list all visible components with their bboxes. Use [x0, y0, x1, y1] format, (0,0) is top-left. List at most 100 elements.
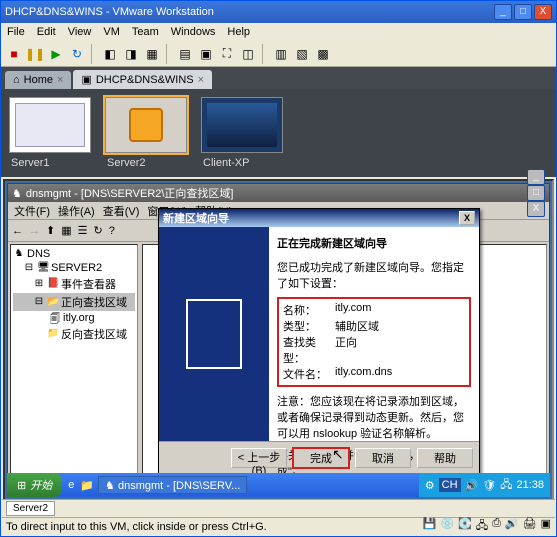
tree-forward-zones[interactable]: ⊟📂正向查找区域 [13, 293, 135, 311]
thumb-label: Server1 [9, 157, 91, 169]
device-net-icon[interactable]: 🖧 [476, 517, 488, 536]
help-button[interactable]: 帮助 [417, 448, 473, 468]
vmware-toolbar: ■ ❚❚ ▶ ↻ ◧ ◨ ▦ ▤ ▣ ⛶ ◫ ▥ ▧ ▩ [1, 41, 556, 67]
fullscreen-icon[interactable]: ⛶ [218, 45, 236, 63]
summary-icon[interactable]: ▥ [272, 45, 290, 63]
tray-network-icon[interactable]: 🖧 [500, 476, 512, 495]
thumb-clientxp[interactable]: Client-XP [201, 97, 283, 169]
close-tab-icon[interactable]: × [198, 74, 204, 86]
reset-icon[interactable]: ↻ [68, 45, 86, 63]
power-off-icon[interactable]: ■ [5, 45, 23, 63]
device-floppy-icon[interactable]: 💽 [458, 517, 472, 536]
manage-icon[interactable]: ▦ [143, 45, 161, 63]
revert-icon[interactable]: ◨ [122, 45, 140, 63]
menu-windows[interactable]: Windows [171, 26, 216, 38]
tray-icon[interactable]: ⚙ [425, 479, 435, 492]
maximize-button[interactable]: □ [514, 4, 532, 20]
taskbar-item-dnsmgmt[interactable]: ♞ dnsmgmt - [DNS\SERV... [98, 476, 247, 494]
finish-button[interactable]: 完成 [293, 448, 349, 468]
tray-lang[interactable]: CH [439, 478, 461, 492]
cancel-button[interactable]: 取消 [355, 448, 411, 468]
vmware-menubar: File Edit View VM Team Windows Help [1, 23, 556, 41]
device-cd-icon[interactable]: 💿 [440, 517, 454, 536]
separator [262, 44, 267, 64]
quickswitch-icon[interactable]: ▩ [314, 45, 332, 63]
back-button[interactable]: < 上一步(B) [231, 448, 287, 468]
unity-icon[interactable]: ◫ [239, 45, 257, 63]
tree-label: 事件查看器 [61, 276, 116, 292]
menu-edit[interactable]: Edit [37, 26, 56, 38]
wizard-sidebar [159, 227, 269, 441]
tree-root[interactable]: ♞DNS [13, 247, 135, 261]
tray-volume-icon[interactable]: 🔊 [465, 479, 479, 492]
wizard-intro: 您已成功完成了新建区域向导。您指定了如下设置： [277, 259, 471, 291]
wizard-titlebar[interactable]: 新建区域向导 X [159, 209, 479, 227]
forward-icon[interactable]: → [29, 225, 40, 237]
close-button[interactable]: X [527, 201, 545, 217]
status-text: To direct input to this VM, click inside… [6, 521, 267, 533]
zone-icon: 🗐 [49, 312, 61, 324]
tab-home[interactable]: ⌂ Home × [5, 71, 71, 89]
vmware-bottom: Server2 To direct input to this VM, clic… [2, 499, 555, 535]
up-icon[interactable]: ⬆ [46, 224, 55, 237]
refresh-icon[interactable]: ↻ [94, 224, 103, 237]
vmware-window: DHCP&DNS&WINS - VMware Workstation _ □ X… [0, 0, 557, 537]
device-printer-icon[interactable]: 🖨 [523, 517, 537, 536]
sidebar-icon[interactable]: ▤ [176, 45, 194, 63]
close-button[interactable]: X [459, 211, 475, 225]
minimize-button[interactable]: _ [527, 169, 545, 185]
minimize-button[interactable]: _ [494, 4, 512, 20]
quicklaunch-ie-icon[interactable]: e [68, 479, 74, 491]
separator [166, 44, 171, 64]
vm-screen[interactable]: ♞ dnsmgmt - [DNS\SERVER2\正向查找区域] _ □ X 文… [3, 179, 554, 501]
back-icon[interactable]: ← [12, 225, 23, 237]
menu-view[interactable]: View [68, 26, 92, 38]
console-icon[interactable]: ▣ [197, 45, 215, 63]
quicklaunch-explorer-icon[interactable]: 📁 [80, 479, 94, 492]
team-icon: ▣ [81, 73, 91, 86]
thumb-server2[interactable]: Server2 [105, 97, 187, 169]
menu-team[interactable]: Team [132, 26, 159, 38]
tree-label: 正向查找区域 [61, 294, 127, 310]
wizard-title-text: 新建区域向导 [163, 210, 229, 226]
tree-zone-itly[interactable]: 🗐itly.org [13, 311, 135, 325]
menu-vm[interactable]: VM [103, 26, 120, 38]
tab-team[interactable]: ▣ DHCP&DNS&WINS × [73, 70, 212, 89]
menu-file[interactable]: 文件(F) [14, 203, 50, 219]
close-tab-icon[interactable]: × [57, 74, 63, 86]
close-button[interactable]: X [534, 4, 552, 20]
dns-tree[interactable]: ♞DNS ⊟🖥SERVER2 ⊞📕事件查看器 ⊟📂正向查找区域 🗐itly.or… [10, 244, 138, 482]
menu-action[interactable]: 操作(A) [58, 203, 95, 219]
tray-shield-icon[interactable]: 🛡 [482, 479, 496, 492]
device-sound-icon[interactable]: 🔊 [505, 517, 519, 536]
tab-label: Home [24, 74, 53, 86]
tree-eventviewer[interactable]: ⊞📕事件查看器 [13, 275, 135, 293]
dnsmgmt-title-text: dnsmgmt - [DNS\SERVER2\正向查找区域] [26, 185, 234, 201]
tree-reverse-zones[interactable]: ⊞📁反向查找区域 [13, 325, 135, 343]
power-on-icon[interactable]: ▶ [47, 45, 65, 63]
snapshot-icon[interactable]: ◧ [101, 45, 119, 63]
props-icon[interactable]: ☰ [78, 224, 88, 237]
maximize-button[interactable]: □ [527, 185, 545, 201]
vm-running-icon[interactable]: ▣ [541, 517, 551, 536]
suspend-icon[interactable]: ❚❚ [26, 45, 44, 63]
menu-view[interactable]: 查看(V) [103, 203, 140, 219]
thumb-server1[interactable]: Server1 [9, 97, 91, 169]
vm-tab-server2[interactable]: Server2 [6, 501, 55, 516]
folder-icon: 📁 [47, 328, 59, 340]
menu-file[interactable]: File [7, 26, 25, 38]
appliance-icon[interactable]: ▧ [293, 45, 311, 63]
device-usb-icon[interactable]: ⎙ [492, 517, 501, 536]
summary-key: 查找类型： [283, 334, 335, 366]
vmware-titlebar[interactable]: DHCP&DNS&WINS - VMware Workstation _ □ X [1, 1, 556, 23]
menu-help[interactable]: Help [227, 26, 250, 38]
show-icon[interactable]: ▦ [61, 224, 71, 237]
start-button[interactable]: ⊞ 开始 [7, 473, 62, 497]
vmware-title-text: DHCP&DNS&WINS - VMware Workstation [5, 6, 214, 18]
device-hdd-icon[interactable]: 💾 [423, 517, 437, 536]
help-icon[interactable]: ? [109, 225, 115, 237]
summary-val: 正向 [335, 334, 357, 366]
dnsmgmt-titlebar[interactable]: ♞ dnsmgmt - [DNS\SERVER2\正向查找区域] _ □ X [8, 184, 549, 202]
tray-clock[interactable]: 21:38 [516, 479, 544, 491]
tree-server[interactable]: ⊟🖥SERVER2 [13, 261, 135, 275]
